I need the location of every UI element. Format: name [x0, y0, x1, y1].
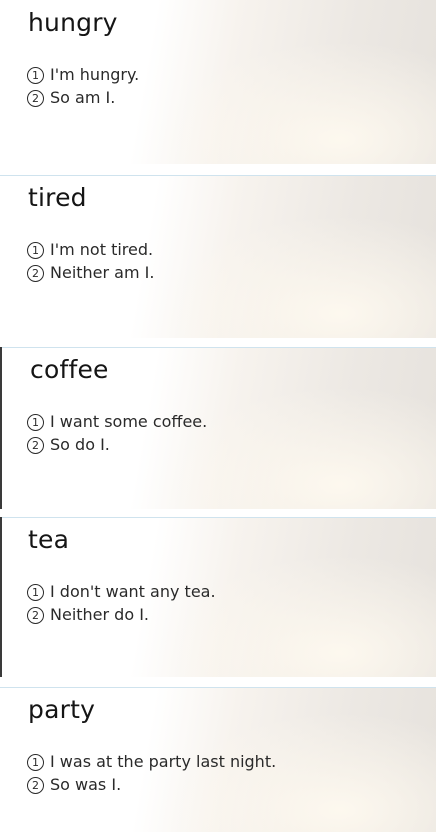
- card-divider: [0, 687, 436, 688]
- sentence-2-text: Neither am I.: [50, 263, 155, 282]
- card-title: party: [28, 695, 96, 724]
- sentence-2-text: So do I.: [50, 435, 110, 454]
- sentence-2-text: So am I.: [50, 88, 116, 107]
- card-hungry[interactable]: hungry 1 I'm hungry. 2 So am I.: [0, 0, 436, 164]
- card-left-edge: [0, 347, 2, 509]
- card-divider: [0, 175, 436, 176]
- card-list: hungry 1 I'm hungry. 2 So am I. tired 1 I'm…: [0, 0, 436, 832]
- card-party[interactable]: party 1 I was at the party last night. 2S…: [0, 687, 436, 832]
- number-1-badge: 1: [27, 754, 44, 771]
- sentence-2-text: Neither do I.: [50, 605, 150, 624]
- sentence-2: 2 So was I.: [27, 774, 121, 796]
- number-1-badge: 1: [27, 414, 44, 431]
- card-title: hungry: [28, 8, 118, 37]
- card-title: coffee: [30, 355, 109, 384]
- sentence-1-text: I'm hungry.: [50, 65, 140, 84]
- sentence-2: 2 Neither do I.: [27, 604, 149, 626]
- card-tired[interactable]: tired 1 I'm not tired. 2 Neither am I.: [0, 175, 436, 338]
- sentence-1-text: I'm not tired.: [50, 240, 154, 259]
- sentence-1: 1 I'm hungry.: [27, 64, 139, 86]
- sentence-1: 1 I'm not tired.: [27, 239, 153, 261]
- sentence-2: 2 Neither am I.: [27, 262, 154, 284]
- card-title: tired: [28, 183, 87, 212]
- card-left-edge: [0, 517, 2, 677]
- sentence-1: 1 I don't want any tea.: [27, 581, 216, 603]
- sentence-1: 1 I was at the party last night.: [27, 751, 276, 773]
- sentence-1-text: I don't want any tea.: [50, 582, 216, 601]
- card-coffee[interactable]: coffee 1 I want some coffee. 2 So do I.: [0, 347, 436, 509]
- number-2-badge: 2: [27, 777, 44, 794]
- number-1-badge: 1: [27, 584, 44, 601]
- sentence-1-text: I was at the party last night.: [50, 752, 277, 771]
- card-divider: [0, 517, 436, 518]
- number-2-badge: 2: [27, 437, 44, 454]
- sentence-1: 1 I want some coffee.: [27, 411, 207, 433]
- sentence-2-text: So was I.: [50, 775, 122, 794]
- sentence-1-text: I want some coffee.: [50, 412, 208, 431]
- card-title: tea: [28, 525, 70, 554]
- number-1-badge: 1: [27, 242, 44, 259]
- number-2-badge: 2: [27, 607, 44, 624]
- card-tea[interactable]: tea 1 I don't want any tea. 2 Neither do I…: [0, 517, 436, 677]
- sentence-2: 2 So am I.: [27, 87, 115, 109]
- number-2-badge: 2: [27, 90, 44, 107]
- card-divider: [0, 347, 436, 348]
- number-1-badge: 1: [27, 67, 44, 84]
- sentence-2: 2 So do I.: [27, 434, 110, 456]
- number-2-badge: 2: [27, 265, 44, 282]
